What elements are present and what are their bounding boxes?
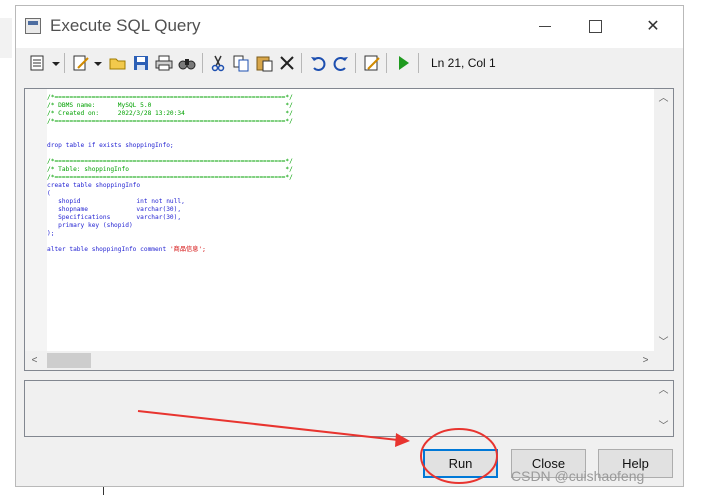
code-line: /* Created on: 2022/3/28 13:20:34 */ <box>47 110 655 118</box>
editor-horizontal-scrollbar[interactable]: < > <box>25 351 655 370</box>
copy-icon[interactable] <box>232 54 250 72</box>
find-icon[interactable] <box>178 54 196 72</box>
horizontal-scroll-thumb[interactable] <box>47 353 91 368</box>
redo-icon[interactable] <box>332 54 350 72</box>
cursor-position: Ln 21, Col 1 <box>431 56 496 70</box>
code-line: /*======================================… <box>47 158 655 166</box>
code-text: ( <box>47 190 51 197</box>
scroll-up-icon[interactable]: ︿ <box>654 381 673 400</box>
edit-icon[interactable] <box>72 54 90 72</box>
toolbar-divider <box>355 53 356 73</box>
maximize-icon <box>588 20 602 34</box>
background-strip <box>0 18 12 58</box>
close-window-button[interactable]: ✕ <box>630 12 676 42</box>
close-icon: ✕ <box>646 18 660 35</box>
open-folder-icon[interactable] <box>109 54 127 72</box>
print-icon[interactable] <box>155 54 173 72</box>
editor-vertical-scrollbar[interactable]: ︿ ﹀ <box>654 89 673 352</box>
scroll-down-icon[interactable]: ﹀ <box>654 417 673 436</box>
run-button[interactable]: Run <box>423 449 498 478</box>
chevron-down-icon[interactable] <box>52 62 60 66</box>
code-line: /*======================================… <box>47 118 655 126</box>
code-line: /*======================================… <box>47 94 655 102</box>
execute-sql-dialog: Execute SQL Query ✕ Ln 21, Col 1 /*=====… <box>15 5 684 487</box>
sql-code[interactable]: /*======================================… <box>47 94 655 349</box>
scroll-left-icon[interactable]: < <box>25 351 44 370</box>
code-text: primary key (shopid) <box>47 222 133 229</box>
code-line: /* Table: shoppingInfo */ <box>47 166 655 174</box>
minimize-icon <box>539 26 551 28</box>
code-text: create table shoppingInfo <box>47 182 141 189</box>
code-line: /*======================================… <box>47 174 655 182</box>
code-text: shopname varchar(30), <box>47 206 182 213</box>
code-line: create table shoppingInfo <box>47 182 655 190</box>
toolbar-divider <box>64 53 65 73</box>
chevron-down-icon[interactable] <box>94 62 102 66</box>
code-text: ); <box>47 230 55 237</box>
window-title: Execute SQL Query <box>50 16 201 35</box>
toolbar-divider <box>418 53 419 73</box>
minimize-button[interactable] <box>522 12 568 42</box>
code-text: shopid int not null, <box>47 198 185 205</box>
toolbar-divider <box>386 53 387 73</box>
code-line: shopid int not null, <box>47 198 655 206</box>
sql-editor[interactable]: /*======================================… <box>24 88 674 371</box>
code-text: /*======================================… <box>47 118 293 125</box>
code-text: alter table shoppingInfo comment <box>47 246 170 253</box>
save-icon[interactable] <box>132 54 150 72</box>
code-text: /*======================================… <box>47 174 293 181</box>
code-text: drop table if exists shoppingInfo; <box>47 142 174 149</box>
scroll-down-icon[interactable]: ﹀ <box>654 333 673 352</box>
toolbar-divider <box>202 53 203 73</box>
scroll-up-icon[interactable]: ︿ <box>654 89 673 108</box>
scrollbar-corner <box>654 351 673 370</box>
title-bar[interactable]: Execute SQL Query ✕ <box>16 6 683 48</box>
code-line: shopname varchar(30), <box>47 206 655 214</box>
paste-icon[interactable] <box>255 54 273 72</box>
code-line: ( <box>47 190 655 198</box>
toolbar <box>16 50 683 76</box>
undo-icon[interactable] <box>309 54 327 72</box>
output-vertical-scrollbar[interactable]: ︿ ﹀ <box>654 381 673 436</box>
code-line: Specifications varchar(30), <box>47 214 655 222</box>
run-icon[interactable] <box>394 54 412 72</box>
watermark: CSDN @cuishaofeng <box>511 468 645 484</box>
code-text: /*======================================… <box>47 158 293 165</box>
properties-icon[interactable] <box>363 54 381 72</box>
code-text: /* Created on: 2022/3/28 13:20:34 */ <box>47 110 293 117</box>
code-line: drop table if exists shoppingInfo; <box>47 142 655 150</box>
output-pane[interactable]: ︿ ﹀ <box>24 380 674 437</box>
code-text: /* Table: shoppingInfo */ <box>47 166 293 173</box>
code-text: Specifications varchar(30), <box>47 214 182 221</box>
script-icon[interactable] <box>29 54 47 72</box>
code-string: '商品信息'; <box>169 246 206 253</box>
code-text: /* DBMS name: MySQL 5.0 */ <box>47 102 293 109</box>
delete-icon[interactable] <box>278 54 296 72</box>
code-text: /*======================================… <box>47 94 293 101</box>
code-line: /* DBMS name: MySQL 5.0 */ <box>47 102 655 110</box>
code-line: primary key (shopid) <box>47 222 655 230</box>
maximize-button[interactable] <box>572 12 618 42</box>
app-window-icon <box>25 18 41 34</box>
scroll-right-icon[interactable]: > <box>636 351 655 370</box>
editor-gutter <box>25 89 47 352</box>
cut-icon[interactable] <box>209 54 227 72</box>
code-line: alter table shoppingInfo comment '商品信息'; <box>47 246 655 254</box>
code-line: ); <box>47 230 655 238</box>
toolbar-divider <box>301 53 302 73</box>
